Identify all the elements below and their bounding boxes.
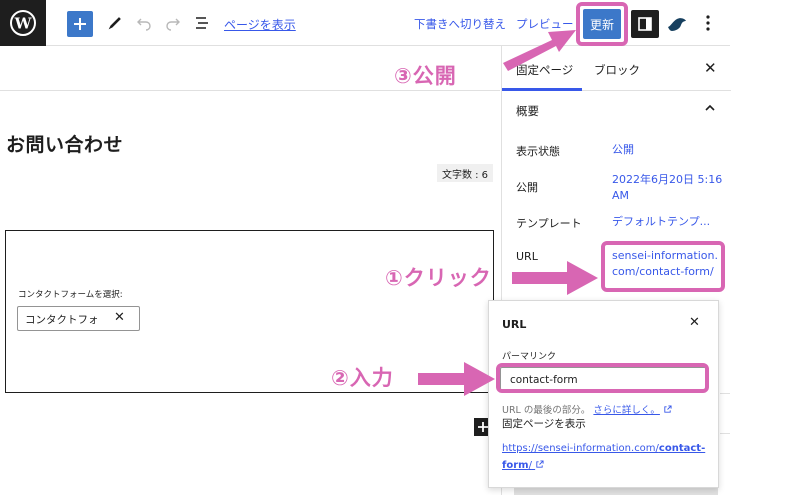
sidebar-tabs: 固定ページ ブロック ✕ (502, 46, 731, 91)
permalink-label: パーマリンク (502, 352, 557, 362)
more-vertical-icon (706, 15, 710, 31)
external-link-icon (664, 405, 672, 413)
active-tab-indicator (502, 88, 582, 91)
contact-form-block[interactable]: コンタクトフォームを選択: コンタクトフォ ✕ (5, 230, 494, 393)
popover-title: URL (502, 318, 527, 331)
close-popover-icon[interactable]: ✕ (689, 315, 700, 330)
canvas-divider (0, 90, 500, 91)
plus-icon (74, 18, 86, 30)
update-highlight-box (576, 2, 628, 46)
add-block-button[interactable] (67, 11, 93, 37)
wordpress-icon: W (10, 10, 36, 36)
publish-label: 公開 (516, 181, 538, 194)
view-page-label: 固定ページを表示 (502, 418, 586, 430)
chevron-up-icon[interactable] (704, 102, 716, 114)
page-url-base: https://sensei-information.com/ (502, 443, 659, 454)
permalink-highlight-box (496, 363, 709, 393)
annotation-step-click: ①クリック (385, 266, 492, 290)
annotation-step-publish: ③公開 (394, 64, 457, 88)
plugin-button[interactable] (666, 13, 688, 33)
redo-button[interactable] (163, 13, 183, 33)
learn-more-link[interactable]: さらに詳しく。 (593, 405, 660, 416)
undo-icon (137, 18, 151, 31)
list-view-button[interactable] (192, 13, 212, 33)
tab-page[interactable]: 固定ページ (516, 62, 573, 78)
visibility-value[interactable]: 公開 (612, 142, 634, 158)
form-select-label: コンタクトフォームを選択: (18, 290, 123, 300)
svg-text:W: W (14, 15, 33, 33)
sidebar-divider (720, 393, 730, 394)
remove-token-icon[interactable]: ✕ (114, 310, 125, 325)
undo-button[interactable] (134, 13, 154, 33)
url-label: URL (516, 250, 538, 263)
summary-panel-title[interactable]: 概要 (516, 103, 539, 119)
template-label: テンプレート (516, 217, 582, 230)
visibility-label: 表示状態 (516, 145, 560, 158)
annotation-step-input: ②入力 (331, 366, 394, 390)
sidebar-divider (720, 433, 730, 434)
form-selector-field[interactable]: コンタクトフォ ✕ (17, 306, 140, 331)
page-url-tail: / (528, 460, 532, 471)
url-popover: URL ✕ パーマリンク URL の最後の部分。 さらに詳しく。 固定ページを表… (488, 300, 719, 488)
character-count-badge: 文字数 : 6 (437, 164, 493, 182)
permalink-help-text: URL の最後の部分。 (502, 405, 591, 416)
view-page-link[interactable]: ページを表示 (224, 16, 296, 33)
close-sidebar-icon[interactable]: ✕ (704, 59, 717, 77)
publish-date-value[interactable]: 2022年6月20日 5:16 AM (612, 172, 724, 204)
more-options-button[interactable] (700, 13, 716, 33)
permalink-help: URL の最後の部分。 さらに詳しく。 (502, 402, 672, 416)
page-url-link[interactable]: https://sensei-information.com/contact-f… (502, 440, 712, 474)
list-view-icon (196, 17, 208, 29)
pencil-icon (108, 17, 121, 30)
wordpress-logo[interactable]: W (0, 0, 46, 46)
tab-block[interactable]: ブロック (594, 62, 640, 78)
switch-to-draft-button[interactable]: 下書きへ切り替え (414, 16, 506, 32)
url-highlight-box (601, 241, 725, 292)
sidebar-icon (638, 17, 652, 31)
template-value[interactable]: デフォルトテンプ... (612, 214, 710, 230)
redo-icon (166, 18, 180, 31)
preview-button[interactable]: プレビュー (516, 16, 574, 32)
plugin-icon (668, 18, 686, 31)
external-link-icon (536, 460, 544, 468)
settings-toggle-button[interactable] (631, 10, 659, 38)
selected-form-token: コンタクトフォ (25, 314, 99, 326)
tools-button[interactable] (105, 13, 125, 33)
page-title[interactable]: お問い合わせ (6, 130, 123, 157)
